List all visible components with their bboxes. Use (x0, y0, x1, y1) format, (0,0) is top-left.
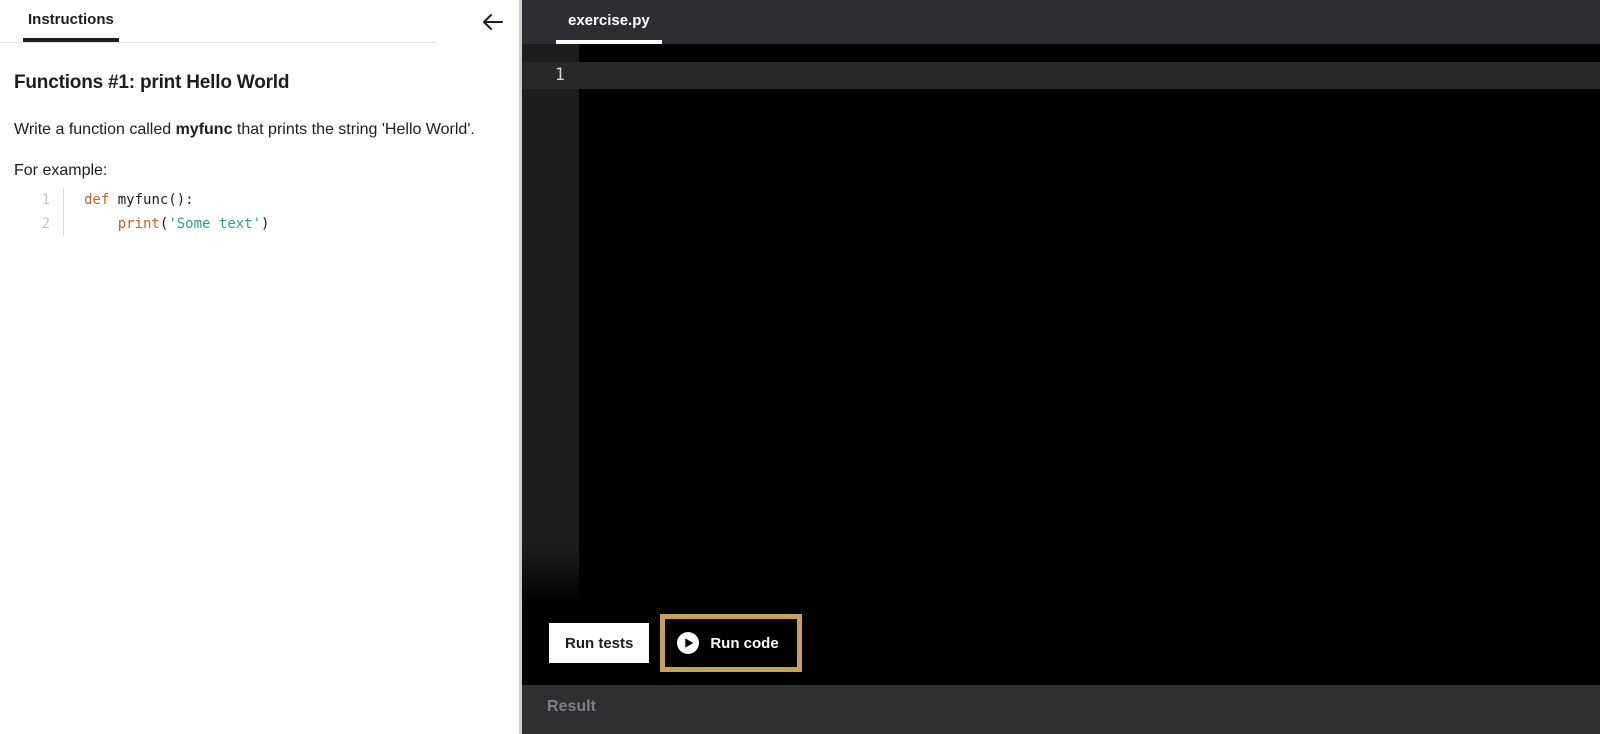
tab-exercise-py[interactable]: exercise.py (556, 0, 662, 44)
exercise-title: Functions #1: print Hello World (14, 72, 290, 93)
run-code-label: Run code (710, 634, 779, 652)
editor-panel: exercise.py 1 Run tests Run code Result (522, 0, 1600, 734)
code-editor[interactable]: 1 Run tests Run code (522, 44, 1600, 685)
editor-line-number: 1 (554, 65, 565, 85)
code-line-number: 2 (41, 216, 50, 232)
code-gutter-divider (63, 188, 64, 212)
run-code-button[interactable]: Run code (668, 622, 794, 664)
code-keyword: def (84, 192, 110, 208)
collapse-area (437, 0, 519, 43)
instructions-tabs-strip: Instructions (0, 0, 437, 43)
code-plain: ) (261, 216, 270, 232)
editor-actions: Run tests Run code (549, 614, 802, 672)
run-tests-button[interactable]: Run tests (549, 623, 650, 663)
example-label: For example: (14, 162, 108, 179)
code-line-1: 1 def myfunc(): (14, 188, 505, 212)
collapse-panel-button[interactable] (481, 13, 503, 31)
active-line-highlight (522, 62, 1600, 89)
description-bold-term: myfunc (175, 121, 233, 138)
code-line-2: 2 print('Some text') (14, 212, 505, 236)
play-icon (677, 632, 700, 654)
left-arrow-icon (483, 13, 503, 30)
run-code-focus-ring: Run code (660, 614, 802, 672)
code-string: 'Some text' (168, 216, 262, 232)
description-text: Write a function called (14, 121, 176, 138)
instructions-header: Instructions (0, 0, 519, 43)
code-keyword: print (117, 216, 160, 232)
tab-instructions-label: Instructions (28, 10, 114, 28)
editor-tab-bar: exercise.py (522, 0, 1600, 44)
code-gutter-divider (63, 212, 64, 236)
code-line-number: 1 (41, 192, 50, 208)
coding-exercise-app: Instructions Functions #1: print Hello W… (0, 0, 1600, 734)
result-label: Result (547, 697, 596, 715)
code-text: def myfunc(): (84, 188, 194, 212)
code-plain: myfunc(): (109, 192, 194, 208)
instructions-panel: Instructions Functions #1: print Hello W… (0, 0, 519, 734)
code-text: print('Some text') (84, 212, 270, 236)
instructions-content: Functions #1: print Hello World Write a … (0, 43, 519, 236)
exercise-description: Write a function called myfunc that prin… (14, 116, 496, 143)
result-bar[interactable]: Result (522, 685, 1600, 734)
tab-exercise-py-label: exercise.py (568, 11, 650, 29)
tab-instructions[interactable]: Instructions (23, 0, 119, 42)
description-text: that prints the string 'Hello World'. (232, 121, 475, 138)
example-code-block: 1 def myfunc(): 2 print('Some text') (14, 188, 505, 236)
editor-gutter (522, 44, 579, 604)
